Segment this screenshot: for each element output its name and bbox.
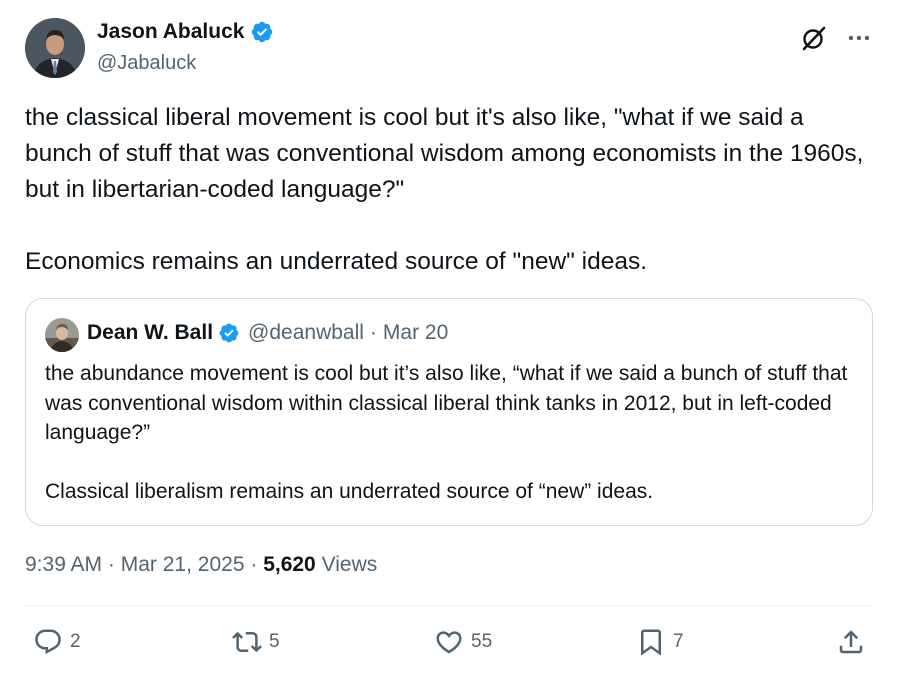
reply-button[interactable]: 2 bbox=[33, 625, 81, 659]
like-icon bbox=[436, 631, 462, 654]
share-button[interactable] bbox=[836, 625, 866, 659]
tweet: Jason Abaluck @Jabaluck the classical li… bbox=[0, 0, 898, 676]
meta-separator: · bbox=[250, 553, 258, 576]
like-count: 55 bbox=[471, 631, 493, 652]
quoted-paragraph: the abundance movement is cool but it’s … bbox=[45, 362, 848, 444]
quoted-tweet-text: the abundance movement is cool but it’s … bbox=[45, 359, 855, 507]
quoted-tweet-card[interactable]: Dean W. Ball @deanwball · Mar 20 the abu… bbox=[25, 298, 873, 526]
bookmark-count: 7 bbox=[673, 631, 684, 652]
views-label: Views bbox=[321, 553, 378, 576]
share-icon bbox=[839, 630, 863, 654]
meta-separator: · bbox=[107, 553, 115, 576]
views-count: 5,620 bbox=[263, 553, 316, 576]
quoted-author-name[interactable]: Dean W. Ball bbox=[87, 321, 213, 345]
repost-count: 5 bbox=[269, 631, 280, 652]
divider bbox=[25, 605, 875, 606]
tweet-text: the classical liberal movement is cool b… bbox=[25, 100, 875, 280]
meta-separator: · bbox=[369, 321, 377, 344]
quoted-paragraph: Classical liberalism remains an underrat… bbox=[45, 480, 654, 503]
verified-badge-icon bbox=[250, 20, 274, 44]
author-avatar[interactable] bbox=[25, 18, 85, 78]
quoted-author-avatar[interactable] bbox=[45, 318, 79, 352]
author-name-text: Jason Abaluck bbox=[97, 20, 245, 43]
quoted-tweet-date[interactable]: Mar 20 bbox=[383, 321, 448, 345]
bookmark-icon bbox=[641, 629, 661, 656]
repost-button[interactable]: 5 bbox=[232, 625, 280, 659]
tweet-paragraph: Economics remains an underrated source o… bbox=[25, 248, 648, 275]
quoted-tweet-header: Dean W. Ball @deanwball · Mar 20 bbox=[87, 321, 448, 345]
verified-badge-icon bbox=[218, 322, 240, 344]
quoted-author-handle[interactable]: @deanwball bbox=[248, 321, 364, 345]
tweet-time[interactable]: 9:39 AM bbox=[25, 553, 102, 576]
reply-count: 2 bbox=[70, 631, 81, 652]
author-handle[interactable]: @Jabaluck bbox=[97, 52, 196, 75]
tweet-meta: 9:39 AM · Mar 21, 2025 · 5,620 Views bbox=[25, 553, 377, 577]
repost-icon bbox=[232, 631, 262, 653]
reply-icon bbox=[35, 629, 61, 655]
author-name[interactable]: Jason Abaluck bbox=[97, 20, 274, 44]
like-button[interactable]: 55 bbox=[434, 625, 492, 659]
more-icon[interactable] bbox=[846, 28, 874, 48]
bookmark-button[interactable]: 7 bbox=[636, 625, 684, 659]
tweet-date[interactable]: Mar 21, 2025 bbox=[121, 553, 245, 576]
tweet-paragraph: the classical liberal movement is cool b… bbox=[25, 104, 864, 203]
grok-icon[interactable] bbox=[800, 24, 828, 52]
